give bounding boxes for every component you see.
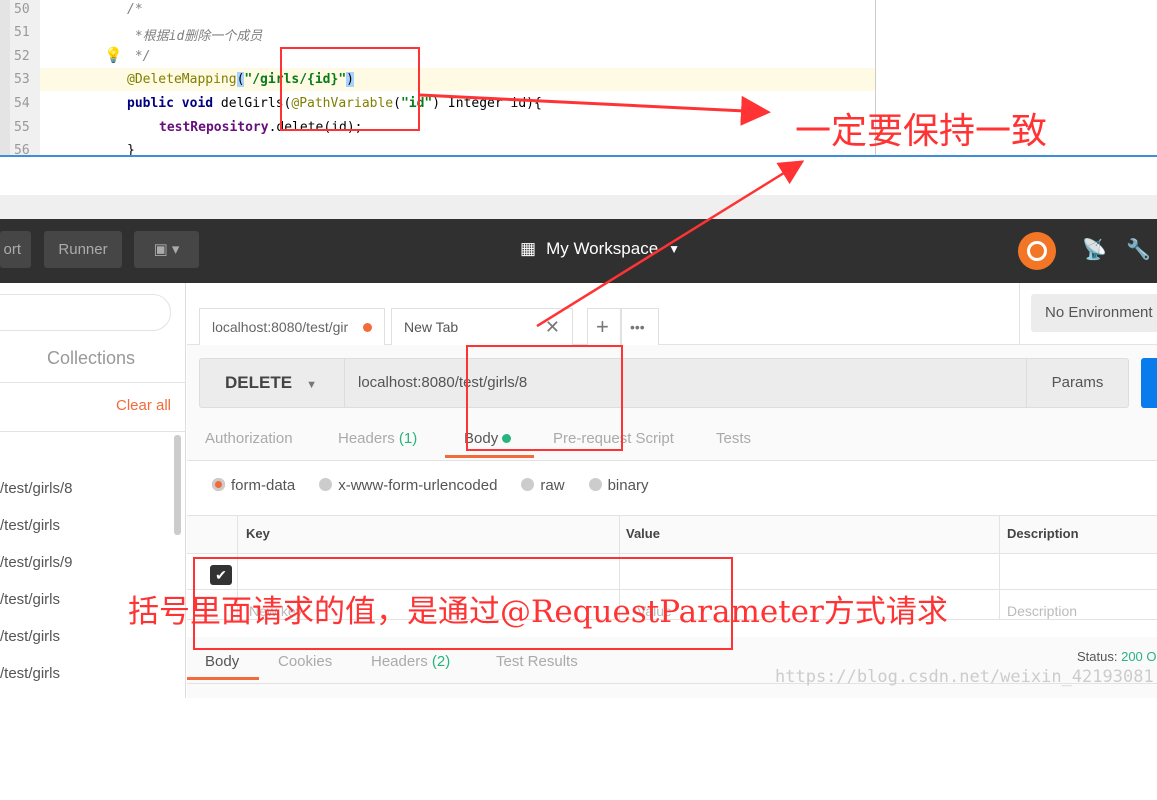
annotation-note: 一定要保持一致 xyxy=(795,111,1048,152)
annotation-note: 括号里面请求的值，是通过@RequestParameter方式请求 xyxy=(128,594,948,630)
arrow xyxy=(419,93,771,126)
arrow xyxy=(536,160,805,328)
watermark: https://blog.csdn.net/weixin_42193081 xyxy=(775,667,1154,687)
